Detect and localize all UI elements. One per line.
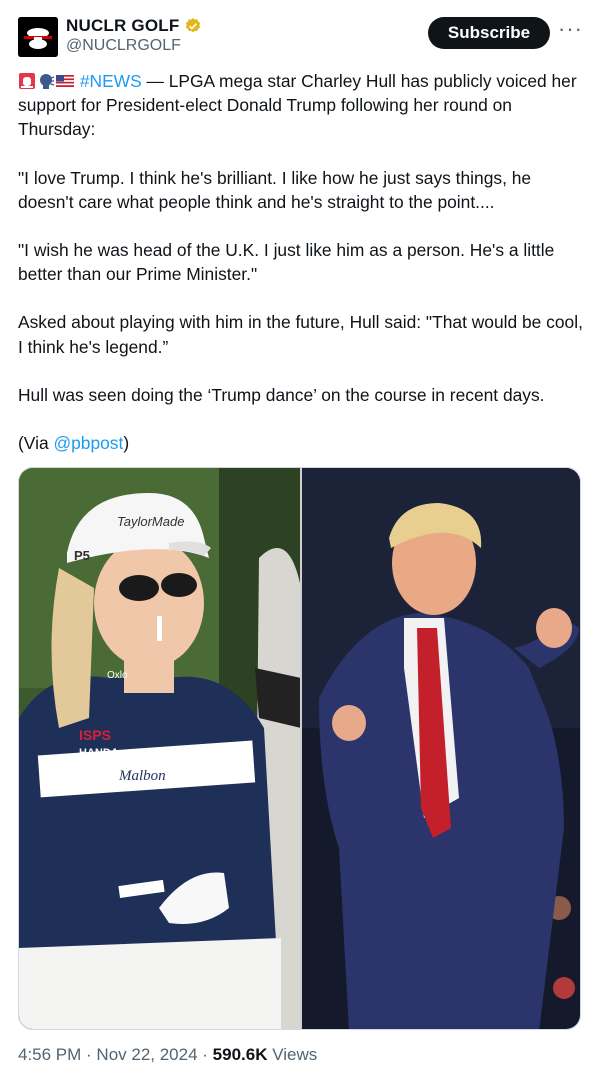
isps-logo-text: ISPS (79, 727, 111, 743)
tweet-meta: 4:56 PM · Nov 22, 2024 · 590.6K Views (18, 1045, 317, 1065)
tweet-header: NUCLR GOLF @NUCLRGOLF Subscribe ··· (18, 14, 584, 60)
more-options-icon[interactable]: ··· (558, 18, 583, 40)
mention-link[interactable]: @pbpost (53, 433, 123, 453)
handle[interactable]: @NUCLRGOLF (66, 37, 202, 55)
collar-text: Oxlo (107, 670, 128, 681)
verified-badge-icon (186, 18, 201, 33)
views-count[interactable]: 590.6K (213, 1045, 268, 1064)
paragraph-3: Asked about playing with him in the futu… (18, 312, 583, 357)
via-suffix: ) (123, 433, 130, 454)
paragraph-4: Hull was seen doing the ‘Trump dance’ on… (18, 384, 545, 405)
nuclr-logo-icon (18, 17, 58, 57)
subscribe-button[interactable]: Subscribe (428, 17, 550, 49)
tweet-media[interactable]: TaylorMade P5 Oxlo ISPS HANDA Malbon (18, 467, 581, 1030)
meta-separator-2: · (197, 1045, 213, 1064)
us-flag-icon (56, 75, 74, 87)
tweet-text: #NEWS — LPGA mega star Charley Hull has … (18, 69, 584, 479)
quote-2: "I wish he was head of the U.K. I just l… (18, 240, 555, 285)
via-line: (Via @pbpost) (18, 431, 584, 455)
author-info: NUCLR GOLF @NUCLRGOLF (66, 16, 202, 55)
speaking-head-icon (40, 74, 55, 89)
left-photo-golfer: TaylorMade P5 Oxlo ISPS HANDA Malbon (19, 468, 301, 1029)
views-label: Views (267, 1045, 318, 1064)
meta-separator-1: · (81, 1045, 97, 1064)
handa-logo-text: HANDA (79, 747, 119, 759)
media-image: TaylorMade P5 Oxlo ISPS HANDA Malbon (19, 468, 580, 1029)
tweet-paragraph-1: #NEWS — LPGA mega star Charley Hull has … (18, 69, 584, 142)
hashtag-link[interactable]: #NEWS (80, 71, 142, 91)
via-prefix: (Via (18, 433, 54, 454)
quote-1: "I love Trump. I think he's brilliant. I… (18, 167, 532, 212)
timestamp-time[interactable]: 4:56 PM (18, 1045, 81, 1064)
display-name[interactable]: NUCLR GOLF (66, 16, 179, 36)
right-photo-rally (301, 468, 580, 1029)
avatar[interactable] (18, 17, 58, 57)
cap-badge-text: P5 (74, 548, 90, 563)
timestamp-date[interactable]: Nov 22, 2024 (96, 1045, 197, 1064)
rotating-light-icon (19, 73, 35, 89)
cap-brand-text: TaylorMade (117, 514, 184, 529)
malbon-logo-text: Malbon (118, 768, 166, 784)
